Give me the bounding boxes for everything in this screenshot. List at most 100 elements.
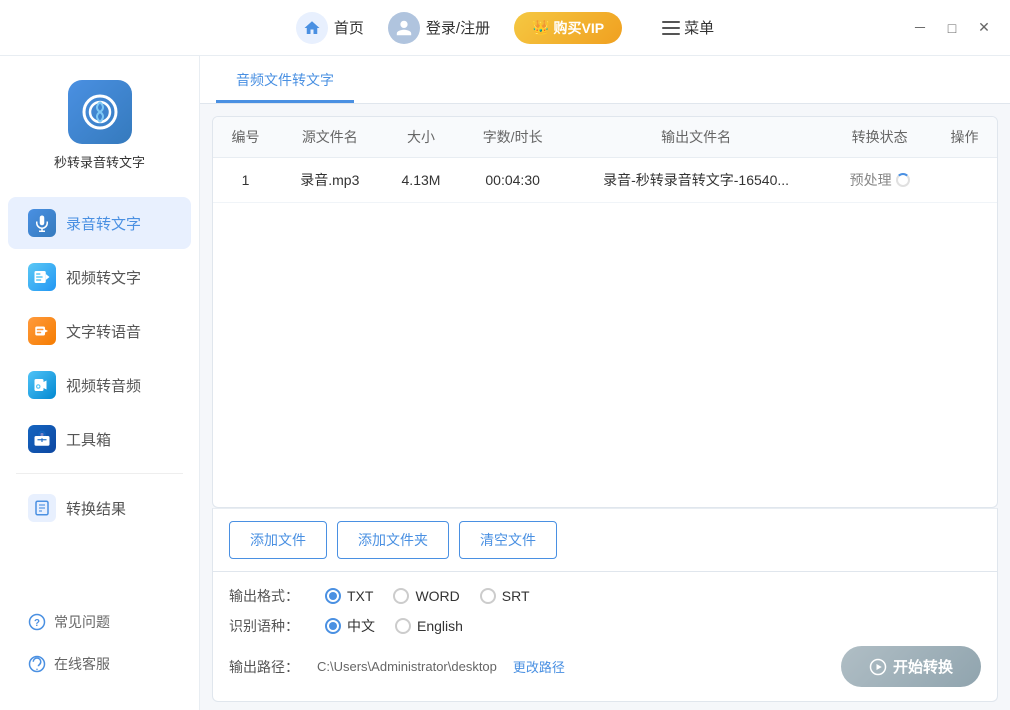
- radio-dot-txt: [325, 588, 341, 604]
- logo-icon: [68, 80, 132, 144]
- output-path-value: C:\Users\Administrator\desktop: [317, 659, 497, 674]
- sidebar-item-label-video: 视频转文字: [66, 267, 141, 288]
- col-source: 源文件名: [278, 117, 382, 158]
- maximize-button[interactable]: □: [942, 18, 962, 38]
- spinner-icon: [896, 173, 910, 187]
- format-txt[interactable]: TXT: [325, 588, 373, 604]
- svg-text:?: ?: [34, 618, 40, 629]
- action-bar: 添加文件 添加文件夹 清空文件: [212, 508, 998, 572]
- vip-crown-icon: 👑: [532, 19, 549, 36]
- language-row: 识别语种： 中文 English: [229, 616, 981, 636]
- sidebar-item-label-tools: 工具箱: [66, 429, 111, 450]
- output-path-row: 输出路径： C:\Users\Administrator\desktop 更改路…: [229, 646, 981, 687]
- options-area: 输出格式： TXT WORD SRT: [212, 572, 998, 702]
- cell-source-name: 录音.mp3: [278, 158, 382, 203]
- status-text: 预处理: [850, 170, 892, 190]
- vip-label: 购买VIP: [554, 18, 605, 38]
- menu-nav[interactable]: 菜单: [662, 17, 714, 38]
- sidebar: 秒转录音转文字 录音转文字: [0, 56, 200, 710]
- col-output: 输出文件名: [565, 117, 827, 158]
- main-layout: 秒转录音转文字 录音转文字: [0, 56, 1010, 710]
- sidebar-item-conversion-result[interactable]: 转换结果: [8, 482, 191, 534]
- sidebar-item-video-to-audio[interactable]: 视频转音频: [8, 359, 191, 411]
- col-duration: 字数/时长: [460, 117, 565, 158]
- clear-files-button[interactable]: 清空文件: [459, 521, 557, 559]
- tab-label: 音频文件转文字: [236, 72, 334, 88]
- language-label: 识别语种：: [229, 616, 301, 636]
- format-radio-group: TXT WORD SRT: [325, 588, 530, 604]
- sidebar-bottom: ? 常见问题 在线客服: [0, 600, 199, 694]
- sidebar-item-label-audio: 录音转文字: [66, 213, 141, 234]
- col-status: 转换状态: [827, 117, 932, 158]
- minimize-button[interactable]: －: [910, 18, 930, 38]
- col-action: 操作: [932, 117, 997, 158]
- app-logo: 秒转录音转文字: [0, 72, 199, 195]
- login-nav[interactable]: 登录/注册: [388, 12, 490, 44]
- format-word[interactable]: WORD: [393, 588, 459, 604]
- change-path-button[interactable]: 更改路径: [513, 657, 565, 676]
- home-label: 首页: [334, 17, 364, 38]
- language-zh[interactable]: 中文: [325, 616, 375, 636]
- home-icon: [296, 12, 328, 44]
- start-icon: [869, 658, 887, 676]
- sidebar-item-label-vtoa: 视频转音频: [66, 375, 141, 396]
- format-srt-label: SRT: [502, 588, 530, 604]
- table-row: 1 录音.mp3 4.13M 00:04:30 录音-秒转录音转文字-16540…: [213, 158, 997, 203]
- format-srt[interactable]: SRT: [480, 588, 530, 604]
- avatar: [388, 12, 420, 44]
- cell-duration: 00:04:30: [460, 158, 565, 203]
- start-convert-button[interactable]: 开始转换: [841, 646, 981, 687]
- sidebar-item-audio-to-text[interactable]: 录音转文字: [8, 197, 191, 249]
- vip-button[interactable]: 👑 购买VIP: [514, 12, 622, 44]
- sidebar-item-label-conversion-result: 转换结果: [66, 498, 126, 519]
- col-id: 编号: [213, 117, 278, 158]
- sidebar-item-support[interactable]: 在线客服: [8, 644, 191, 684]
- language-en-label: English: [417, 618, 463, 634]
- cell-size: 4.13M: [382, 158, 461, 203]
- menu-icon: [662, 21, 680, 35]
- radio-dot-en: [395, 618, 411, 634]
- sidebar-item-video-to-text[interactable]: 视频转文字: [8, 251, 191, 303]
- radio-dot-srt: [480, 588, 496, 604]
- tab-audio-file-to-text[interactable]: 音频文件转文字: [216, 56, 354, 103]
- faq-icon: ?: [28, 613, 46, 631]
- title-bar: 首页 登录/注册 👑 购买VIP 菜单 － □: [0, 0, 1010, 56]
- add-folder-button[interactable]: 添加文件夹: [337, 521, 449, 559]
- format-txt-label: TXT: [347, 588, 373, 604]
- language-en[interactable]: English: [395, 618, 463, 634]
- toolbox-icon: [28, 425, 56, 453]
- home-nav[interactable]: 首页: [296, 12, 364, 44]
- cell-id: 1: [213, 158, 278, 203]
- video-to-text-icon: [28, 263, 56, 291]
- audio-to-text-icon: [28, 209, 56, 237]
- output-format-label: 输出格式：: [229, 586, 301, 606]
- sidebar-item-faq[interactable]: ? 常见问题: [8, 602, 191, 642]
- radio-dot-word: [393, 588, 409, 604]
- sidebar-divider: [16, 473, 183, 474]
- login-label: 登录/注册: [426, 17, 490, 38]
- close-button[interactable]: ✕: [974, 18, 994, 38]
- support-icon: [28, 655, 46, 673]
- tab-bar: 音频文件转文字: [200, 56, 1010, 104]
- app-name: 秒转录音转文字: [54, 152, 145, 171]
- vtoa-icon: [28, 371, 56, 399]
- start-label: 开始转换: [893, 656, 953, 677]
- menu-label: 菜单: [684, 17, 714, 38]
- sidebar-item-tts[interactable]: 文字转语音: [8, 305, 191, 357]
- table-header-row: 编号 源文件名 大小 字数/时长 输出文件名 转换状态 操作: [213, 117, 997, 158]
- conversion-result-icon: [28, 494, 56, 522]
- sidebar-item-toolbox[interactable]: 工具箱: [8, 413, 191, 465]
- output-path-label: 输出路径：: [229, 657, 301, 677]
- file-table: 编号 源文件名 大小 字数/时长 输出文件名 转换状态 操作 1 录音.mp3 …: [213, 117, 997, 203]
- window-controls: － □ ✕: [910, 18, 994, 38]
- cell-action: [932, 158, 997, 203]
- format-word-label: WORD: [415, 588, 459, 604]
- sidebar-item-label-tts: 文字转语音: [66, 321, 141, 342]
- support-label: 在线客服: [54, 654, 110, 674]
- add-file-button[interactable]: 添加文件: [229, 521, 327, 559]
- faq-label: 常见问题: [54, 612, 110, 632]
- content-area: 音频文件转文字 编号 源文件名 大小 字数/时长 输出文件名 转换状态 操作: [200, 56, 1010, 710]
- output-format-row: 输出格式： TXT WORD SRT: [229, 586, 981, 606]
- radio-dot-zh: [325, 618, 341, 634]
- title-bar-center: 首页 登录/注册 👑 购买VIP 菜单: [296, 12, 714, 44]
